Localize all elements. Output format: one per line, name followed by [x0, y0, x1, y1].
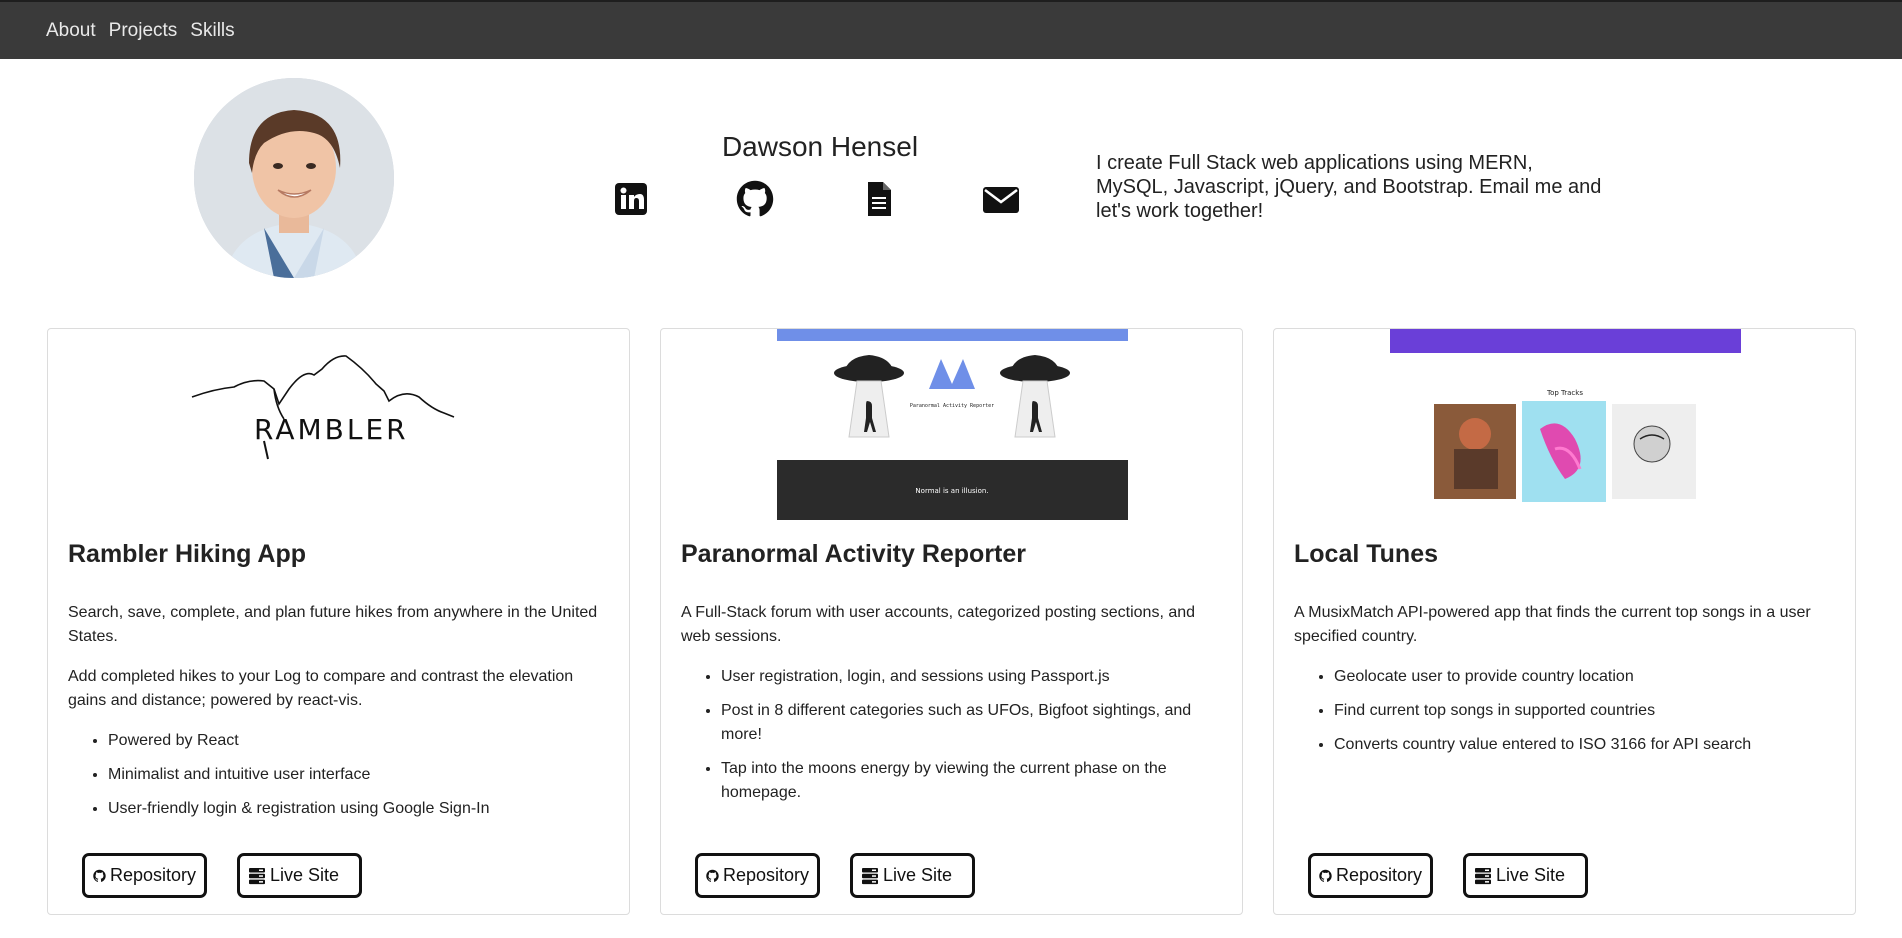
repository-button[interactable]: Repository: [695, 853, 820, 898]
live-site-button[interactable]: Live Site: [850, 853, 975, 898]
server-icon: [249, 867, 265, 884]
image-heading: Top Tracks: [1546, 389, 1583, 397]
linkedin-icon[interactable]: [612, 180, 652, 220]
repository-label: Repository: [1335, 865, 1422, 885]
live-site-label: Live Site: [1496, 865, 1566, 885]
project-card-paranormal: Paranormal Activity Reporter Normal is a…: [660, 328, 1243, 915]
list-item: User-friendly login & registration using…: [108, 797, 608, 821]
list-item: User registration, login, and sessions u…: [721, 665, 1221, 689]
repository-label: Repository: [109, 865, 196, 885]
list-item: Post in 8 different categories such as U…: [721, 699, 1221, 747]
list-item: Tap into the moons energy by viewing the…: [721, 757, 1221, 805]
profile-avatar: [194, 78, 394, 278]
list-item: Powered by React: [108, 729, 608, 753]
feature-list: User registration, login, and sessions u…: [681, 665, 1221, 805]
profile-name: Dawson Hensel: [721, 131, 919, 162]
top-navbar: About Projects Skills: [0, 0, 1902, 59]
server-icon: [862, 867, 878, 884]
rambler-logo-image: RAMBLER: [164, 329, 515, 520]
live-site-label: Live Site: [883, 865, 953, 885]
list-item: Converts country value entered to ISO 31…: [1334, 733, 1834, 757]
card-title: Local Tunes: [1294, 540, 1439, 568]
local-tunes-screenshot-image: Top Tracks: [1390, 329, 1741, 520]
card-description: A MusixMatch API-powered app that finds …: [1294, 601, 1834, 767]
repository-label: Repository: [722, 865, 809, 885]
feature-list: Powered by React Minimalist and intuitiv…: [68, 729, 608, 821]
profile-bio: I create Full Stack web applications usi…: [1096, 152, 1602, 222]
description-paragraph: Add completed hikes to your Log to compa…: [68, 668, 574, 709]
resume-document-icon[interactable]: [860, 180, 900, 220]
image-subtitle: Paranormal Activity Reporter: [910, 403, 994, 409]
server-icon: [1475, 867, 1491, 884]
nav-link-about[interactable]: About: [46, 20, 96, 42]
list-item: Geolocate user to provide country locati…: [1334, 665, 1834, 689]
description-paragraph: A Full-Stack forum with user accounts, c…: [681, 604, 1196, 645]
feature-list: Geolocate user to provide country locati…: [1294, 665, 1834, 757]
live-site-label: Live Site: [270, 865, 340, 885]
card-title: Paranormal Activity Reporter: [681, 540, 1027, 568]
project-card-rambler: RAMBLER Rambler Hiking App Search, save,…: [47, 328, 630, 915]
project-card-local-tunes: Top Tracks Local Tunes A MusixMatch API-…: [1273, 328, 1856, 915]
repository-button[interactable]: Repository: [1308, 853, 1433, 898]
repository-button[interactable]: Repository: [82, 853, 207, 898]
live-site-button[interactable]: Live Site: [237, 853, 362, 898]
image-banner-text: Normal is an illusion.: [915, 487, 988, 495]
card-title: Rambler Hiking App: [68, 540, 306, 568]
github-icon: [1319, 869, 1332, 882]
list-item: Minimalist and intuitive user interface: [108, 763, 608, 787]
rambler-logo-text: RAMBLER: [254, 413, 409, 446]
github-icon: [706, 869, 719, 882]
card-description: Search, save, complete, and plan future …: [68, 601, 608, 831]
list-item: Find current top songs in supported coun…: [1334, 699, 1834, 723]
envelope-icon[interactable]: [982, 180, 1022, 220]
nav-link-skills[interactable]: Skills: [190, 20, 234, 42]
live-site-button[interactable]: Live Site: [1463, 853, 1588, 898]
card-description: A Full-Stack forum with user accounts, c…: [681, 601, 1221, 815]
github-icon[interactable]: [736, 180, 776, 220]
github-icon: [93, 869, 106, 882]
description-paragraph: Search, save, complete, and plan future …: [68, 604, 598, 645]
paranormal-screenshot-image: Paranormal Activity Reporter Normal is a…: [777, 329, 1128, 520]
description-paragraph: A MusixMatch API-powered app that finds …: [1294, 604, 1811, 645]
nav-link-projects[interactable]: Projects: [109, 20, 178, 42]
